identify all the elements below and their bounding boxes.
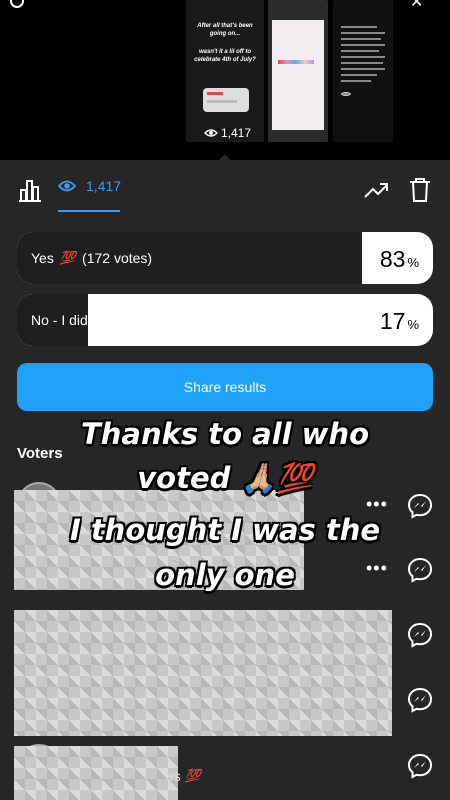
caption-line-4: only one <box>155 558 295 592</box>
story-views-label: 1,417 <box>221 126 252 140</box>
voter-name-partial: es 💯 <box>166 768 201 784</box>
poll-option-no: No - I didn't notice (34 votes) 17 % <box>17 294 433 346</box>
bar-chart-icon[interactable] <box>16 176 44 204</box>
story-card <box>272 20 324 130</box>
messenger-icon[interactable] <box>406 686 434 714</box>
close-icon[interactable]: ✕ <box>410 0 423 12</box>
smiley-icon <box>341 92 351 96</box>
percent-sign: % <box>407 317 419 332</box>
views-count: 1,417 <box>86 178 122 194</box>
messenger-icon[interactable] <box>406 621 434 649</box>
poll-option-yes: Yes 💯 (172 votes) 83 % <box>17 232 433 284</box>
back-icon[interactable] <box>10 0 24 8</box>
trending-icon[interactable] <box>362 178 390 202</box>
story-card-stripe <box>278 60 314 64</box>
caption-line-1: Thanks to all who <box>80 417 370 451</box>
story-text-2: wasn't it a lil off to celebrate 4th of … <box>194 49 256 63</box>
share-results-button[interactable]: Share results <box>17 363 433 411</box>
voter-name-suffix: es <box>166 768 181 784</box>
pixelated-voter-names <box>14 746 178 800</box>
poll-option-label: Yes 💯 (172 votes) <box>31 232 152 284</box>
story-view-count: 1,417 <box>204 126 251 140</box>
trash-icon[interactable] <box>406 176 434 204</box>
vote-count: (172 votes) <box>82 250 153 266</box>
hundred-emoji: 💯 <box>184 768 201 783</box>
story-text-1: After all that's been going on... <box>197 23 253 37</box>
percent-value: 83 <box>379 246 406 272</box>
story-thumbnail-text[interactable] <box>333 0 393 142</box>
poll-option-label: No - I didn't notice (34 votes) <box>31 294 212 346</box>
option-text: No - I didn't notice <box>31 312 144 328</box>
caption-line-3: I thought I was the <box>69 513 381 547</box>
insights-toolbar: 1,417 <box>0 168 450 212</box>
views-tab[interactable]: 1,417 <box>58 178 121 194</box>
eye-icon <box>204 129 218 137</box>
hundred-emoji: 💯 <box>59 250 77 265</box>
poll-percent: 17 % <box>380 294 419 346</box>
option-text: Yes <box>31 250 54 266</box>
preview-pointer <box>218 154 232 161</box>
messenger-icon[interactable] <box>406 752 434 780</box>
story-preview-strip: ✕ After all that's been going on... wasn… <box>0 0 450 161</box>
poll-percent: 83 % <box>380 232 419 284</box>
caption-line-2: voted 🙏🏼💯 <box>137 461 313 495</box>
tab-indicator <box>58 210 120 212</box>
story-thumbnail-next[interactable] <box>268 0 328 142</box>
eye-icon <box>58 180 76 192</box>
vote-count: (34 votes) <box>149 312 212 328</box>
percent-sign: % <box>407 255 419 270</box>
story-thumbnail-current[interactable]: After all that's been going on... wasn't… <box>186 0 264 142</box>
percent-value: 17 <box>379 308 406 334</box>
story-mini-poll <box>203 88 249 112</box>
pixelated-voter-names <box>14 610 392 736</box>
